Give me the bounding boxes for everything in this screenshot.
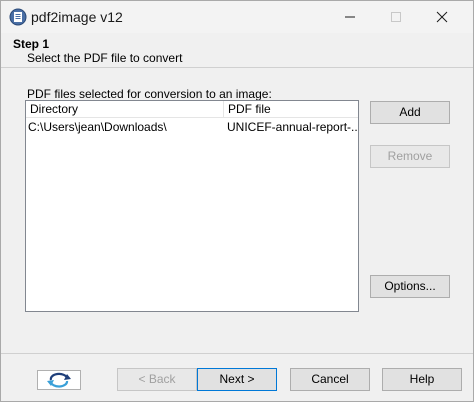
file-list-caption: PDF files selected for conversion to an … [27,87,272,101]
cell-pdf-file: UNICEF-annual-report-... [227,120,357,134]
options-button[interactable]: Options... [370,275,450,298]
step-title: Step 1 [13,37,50,51]
title-bar[interactable]: pdf2image v12 [1,1,473,33]
header-divider [1,67,473,68]
maximize-icon [391,12,401,22]
cell-directory: C:\Users\jean\Downloads\ [28,120,167,134]
column-header-pdf-file[interactable]: PDF file [224,101,358,118]
close-button[interactable] [419,1,465,33]
minimize-icon [345,16,355,18]
column-header-directory[interactable]: Directory [26,101,224,118]
pdf-file-list[interactable]: Directory PDF file C:\Users\jean\Downloa… [25,100,359,312]
help-button[interactable]: Help [382,368,462,391]
minimize-button[interactable] [327,1,373,33]
window-title: pdf2image v12 [31,9,123,25]
app-icon [9,8,27,26]
step-description: Select the PDF file to convert [27,51,183,65]
footer-divider [1,353,473,354]
next-button[interactable]: Next > [197,368,277,391]
wizard-header: Step 1 Select the PDF file to convert [1,33,473,66]
cancel-button[interactable]: Cancel [290,368,370,391]
refresh-arrows-logo-icon [37,370,81,390]
close-icon [436,11,448,23]
list-item[interactable]: C:\Users\jean\Downloads\ UNICEF-annual-r… [26,119,358,135]
maximize-button[interactable] [373,1,419,33]
pdf2image-window: pdf2image v12 Step 1 Select the PDF file… [0,0,474,402]
back-button[interactable]: < Back [117,368,197,391]
add-button[interactable]: Add [370,101,450,124]
remove-button[interactable]: Remove [370,145,450,168]
